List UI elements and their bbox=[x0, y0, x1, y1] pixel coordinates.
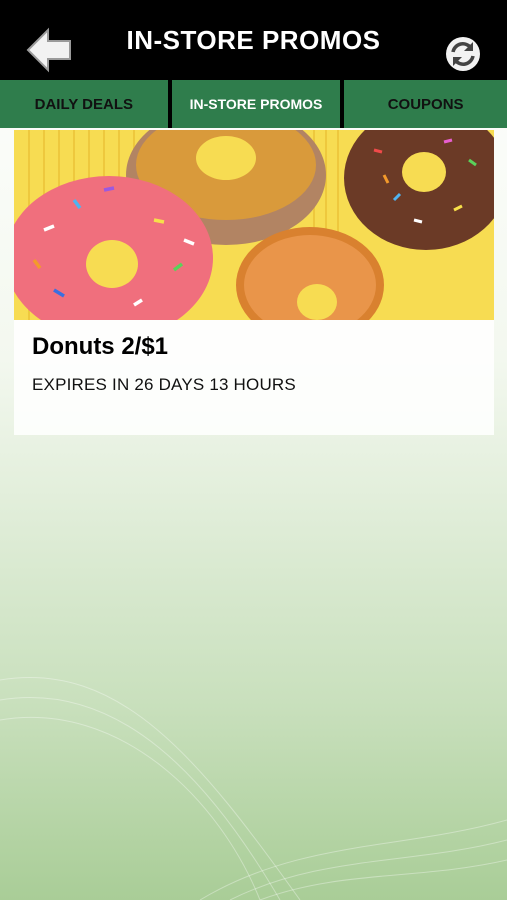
donuts-photo bbox=[14, 130, 494, 320]
back-button[interactable] bbox=[24, 26, 74, 76]
tab-coupons[interactable]: COUPONS bbox=[344, 80, 507, 128]
background-wave bbox=[0, 676, 507, 900]
tab-in-store-promos[interactable]: IN-STORE PROMOS bbox=[171, 80, 341, 128]
refresh-icon bbox=[446, 37, 480, 71]
tab-daily-deals[interactable]: DAILY DEALS bbox=[0, 80, 168, 128]
page-title: IN-STORE PROMOS bbox=[126, 24, 381, 55]
app-header: IN-STORE PROMOS bbox=[0, 0, 507, 80]
back-arrow-icon bbox=[26, 27, 71, 73]
promo-card[interactable]: Donuts 2/$1 EXPIRES IN 26 DAYS 13 HOURS bbox=[14, 130, 494, 435]
promo-title: Donuts 2/$1 bbox=[32, 333, 169, 360]
tab-bar: DAILY DEALS IN-STORE PROMOS COUPONS bbox=[0, 80, 507, 128]
refresh-button[interactable] bbox=[443, 34, 483, 74]
promo-expiry: EXPIRES IN 26 DAYS 13 HOURS bbox=[32, 375, 296, 394]
